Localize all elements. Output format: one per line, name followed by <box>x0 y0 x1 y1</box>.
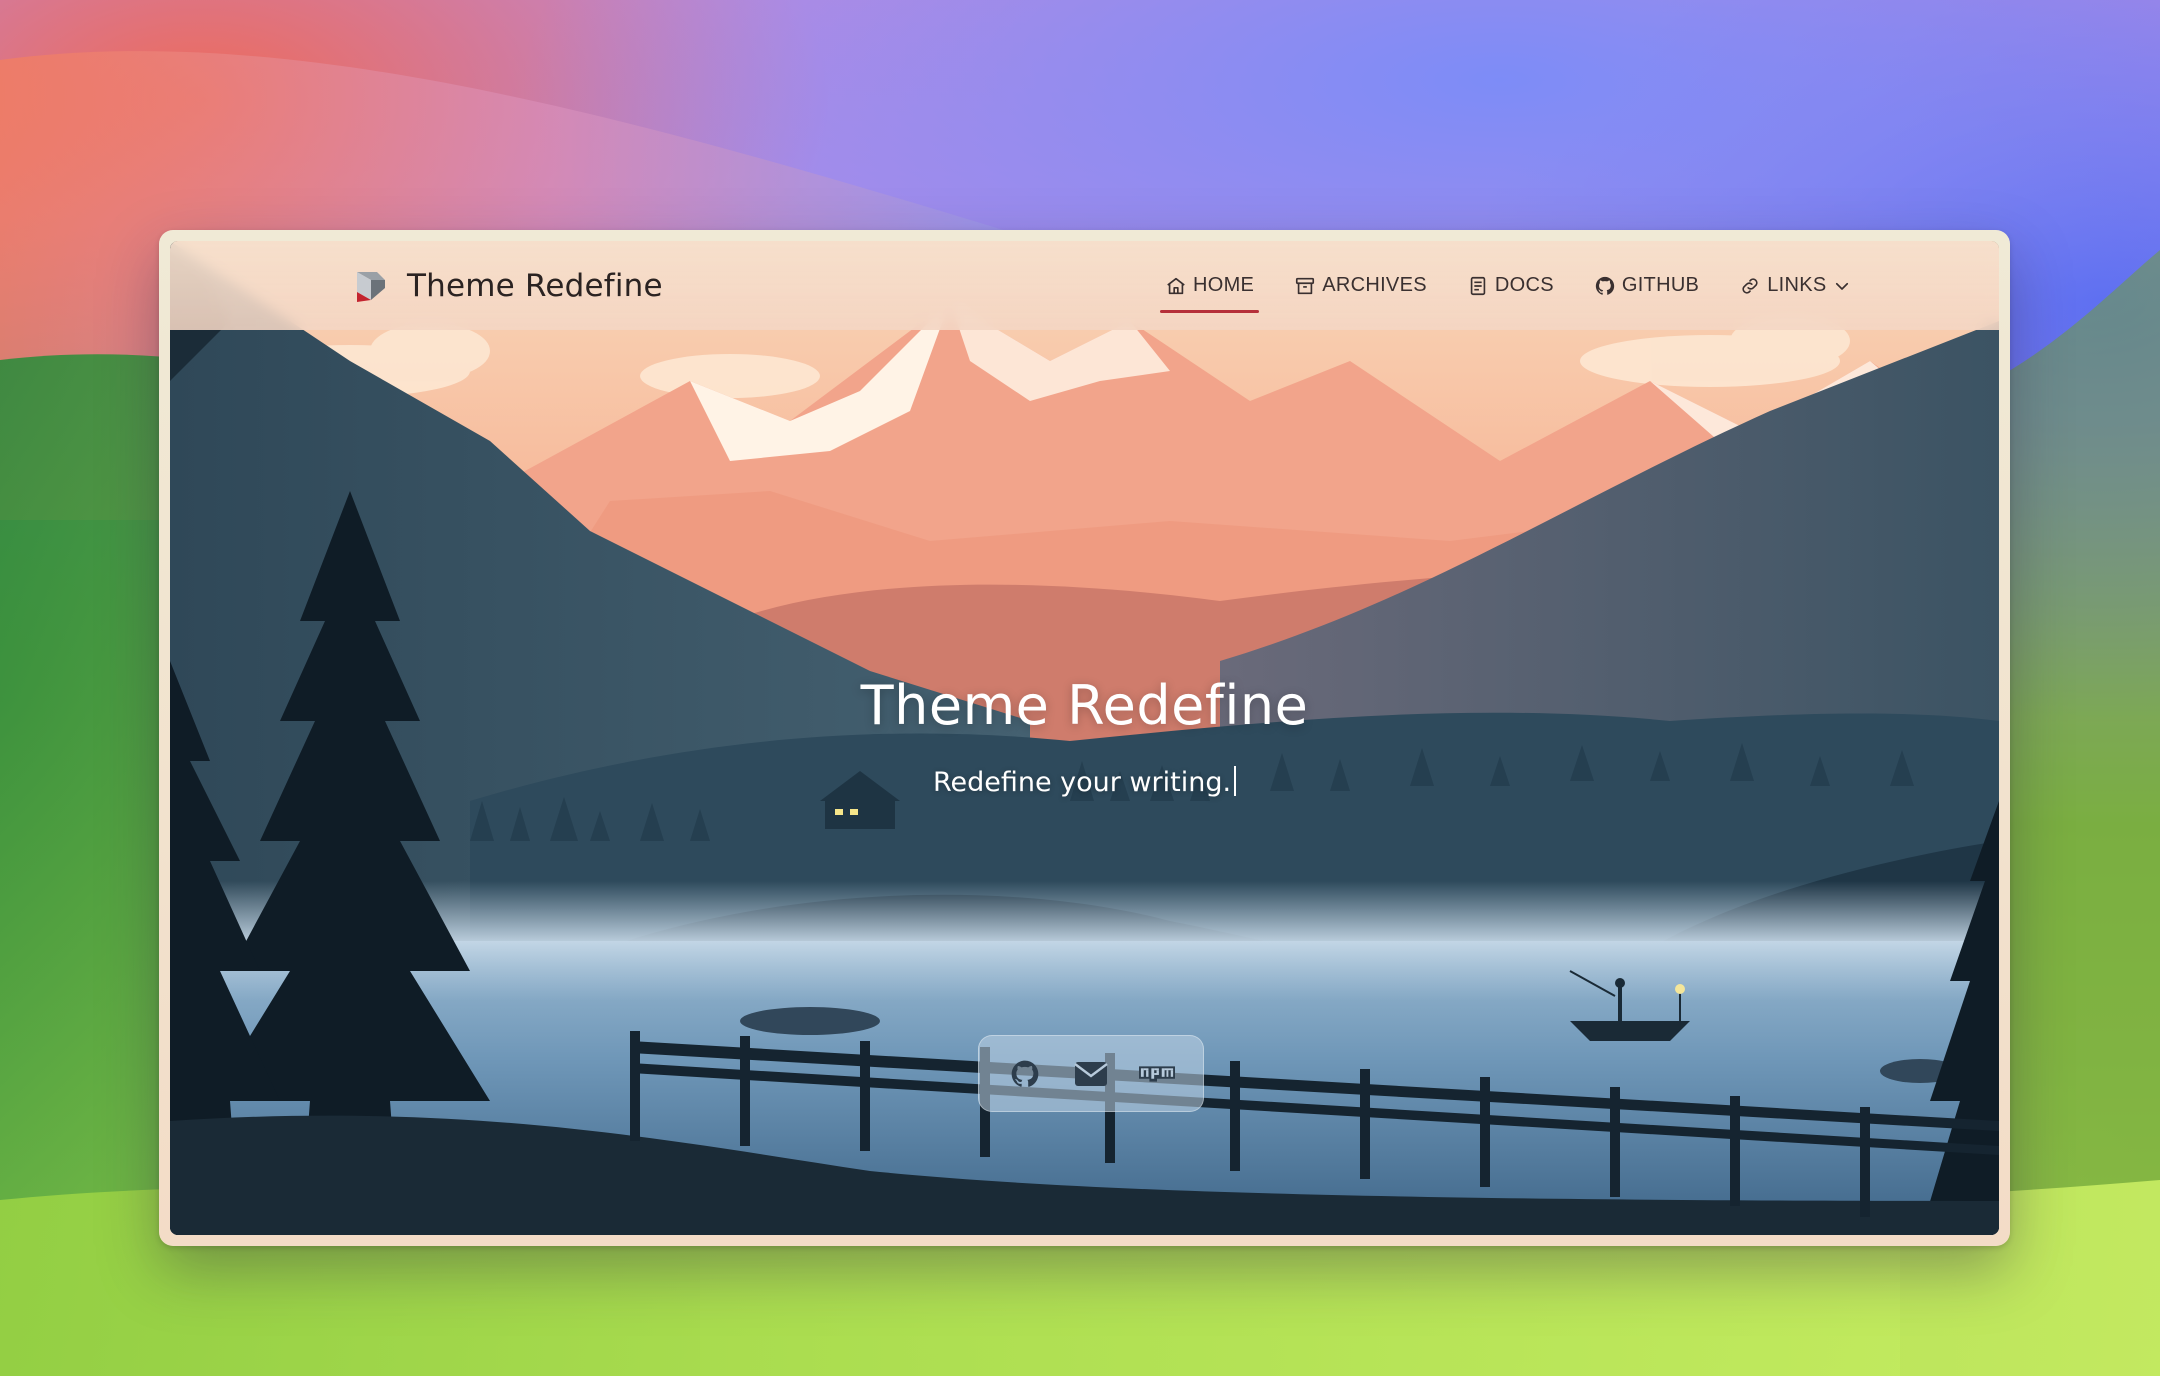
nav-item-label: HOME <box>1193 274 1255 296</box>
brand-logo-icon <box>357 271 385 302</box>
social-links-box <box>978 1035 1204 1112</box>
site-navbar: Theme Redefine HOME ARCHIVES DOCS GITHUB… <box>170 241 1999 330</box>
typing-caret <box>1234 766 1237 796</box>
github-icon <box>1011 1060 1039 1087</box>
hero-title: Theme Redefine <box>860 674 1309 737</box>
main-nav: HOME ARCHIVES DOCS GITHUB LINKS <box>1145 241 1871 330</box>
nav-item-archives[interactable]: ARCHIVES <box>1274 241 1447 330</box>
nav-item-label: LINKS <box>1767 274 1827 296</box>
nav-item-label: ARCHIVES <box>1322 274 1427 296</box>
nav-item-label: GITHUB <box>1621 274 1700 296</box>
link-icon <box>1742 277 1758 294</box>
hero-subtitle: Redefine your writing. <box>170 766 1999 798</box>
nav-item-home[interactable]: HOME <box>1145 241 1274 330</box>
github-icon <box>1595 276 1615 295</box>
brand-link[interactable]: Theme Redefine <box>351 241 663 330</box>
brand-name: Theme Redefine <box>407 267 663 304</box>
nav-item-github[interactable]: GITHUB <box>1574 241 1719 330</box>
house-icon <box>1167 277 1185 294</box>
nav-item-docs[interactable]: DOCS <box>1447 241 1574 330</box>
archive-box-icon <box>1296 277 1315 294</box>
social-email-button[interactable] <box>1073 1056 1109 1092</box>
npm-icon <box>1139 1065 1175 1082</box>
nav-item-links[interactable]: LINKS <box>1719 241 1870 330</box>
browser-window: Theme Redefine HOME ARCHIVES DOCS GITHUB… <box>159 230 2010 1246</box>
chevron-down-icon <box>1835 282 1848 290</box>
page-viewport: Theme Redefine HOME ARCHIVES DOCS GITHUB… <box>170 241 1999 1235</box>
book-icon <box>1470 276 1486 295</box>
social-npm-button[interactable] <box>1139 1056 1175 1092</box>
envelope-icon <box>1074 1061 1108 1086</box>
nav-item-label: DOCS <box>1494 274 1554 296</box>
hero-subtitle-text: Redefine your writing. <box>932 767 1232 798</box>
social-github-button[interactable] <box>1007 1056 1043 1092</box>
